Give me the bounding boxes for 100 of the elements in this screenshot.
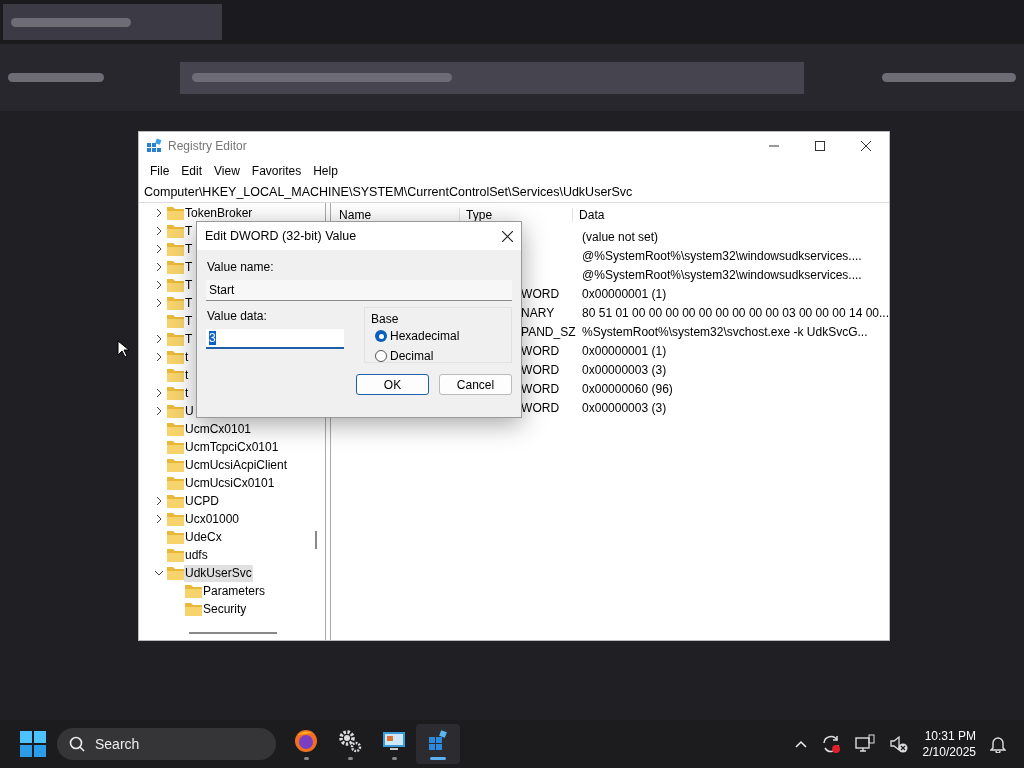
windows-logo-icon[interactable] [20, 731, 46, 757]
close-icon[interactable] [502, 230, 513, 242]
tree-item[interactable]: U [184, 402, 195, 420]
tree-item[interactable]: T [184, 222, 194, 240]
tree-item[interactable]: Security [202, 600, 248, 618]
folder-icon [167, 511, 184, 527]
tree-item[interactable]: T [184, 312, 194, 330]
folder-icon [167, 277, 184, 293]
tree-item[interactable]: UcmUcsiCx0101 [184, 474, 276, 492]
group-label: Base [371, 312, 399, 326]
expand-chevron-icon[interactable] [155, 245, 163, 253]
tree-item[interactable]: t [184, 348, 190, 366]
clock-time: 10:31 PM [924, 728, 976, 744]
tree-item[interactable]: UcmCx0101 [184, 420, 253, 438]
folder-icon [167, 313, 184, 329]
table-cell-text: WORD [521, 400, 561, 415]
column-header[interactable]: Data [572, 208, 605, 222]
dialog-title: Edit DWORD (32-bit) Value [205, 229, 357, 243]
registry-cubes-icon [146, 138, 162, 154]
tree-item[interactable]: T [184, 240, 194, 258]
tree-item[interactable]: T [184, 330, 194, 348]
speaker-muted-icon[interactable] [888, 734, 909, 754]
menu-item[interactable]: Edit [176, 164, 208, 178]
expand-chevron-icon[interactable] [155, 263, 163, 271]
menu-item[interactable]: Favorites [246, 164, 307, 178]
expand-chevron-icon[interactable] [155, 515, 163, 523]
taskbar-app[interactable] [416, 724, 460, 764]
folder-icon [167, 205, 184, 221]
tree-item[interactable]: t [184, 366, 190, 384]
clock[interactable]: 10:31 PM 2/10/2025 [922, 728, 976, 760]
tree-item[interactable]: TokenBroker [184, 204, 254, 222]
tree-item[interactable]: T [184, 276, 194, 294]
table-cell-text: WORD [521, 362, 561, 377]
radio-label[interactable]: Hexadecimal [390, 329, 460, 343]
tree-item[interactable]: Parameters [202, 582, 267, 600]
expand-chevron-icon[interactable] [155, 407, 163, 415]
tree-item[interactable]: UCPD [184, 492, 220, 510]
search-field[interactable]: Search [57, 728, 276, 760]
table-cell-text: 0x00000003 (3) [581, 400, 667, 415]
tree-item[interactable]: t [184, 384, 190, 402]
tree-item[interactable]: UdeCx [184, 528, 223, 546]
folder-icon [167, 259, 184, 275]
expand-chevron-icon[interactable] [155, 227, 163, 235]
folder-icon [167, 349, 184, 365]
tree-item[interactable]: T [184, 294, 194, 312]
cancel-button[interactable]: Cancel [439, 374, 512, 395]
tree-item[interactable]: Ucx01000 [184, 510, 241, 528]
tree-item[interactable]: UcmTcpciCx0101 [184, 438, 280, 456]
expand-chevron-icon[interactable] [155, 209, 163, 217]
bell-icon[interactable] [990, 735, 1006, 753]
browser-globe-icon [294, 728, 318, 753]
folder-icon [167, 439, 184, 455]
folder-icon [185, 601, 202, 617]
expand-chevron-icon[interactable] [155, 335, 163, 343]
clock-date: 2/10/2025 [922, 744, 976, 760]
expand-chevron-icon[interactable] [155, 281, 163, 289]
field-label: Value name: [207, 260, 274, 274]
menu-item[interactable]: File [145, 164, 175, 178]
expand-chevron-icon[interactable] [155, 497, 163, 505]
window-title: Registry Editor [168, 139, 247, 153]
table-cell-text: WORD [521, 381, 561, 396]
table-cell-text: 0x00000003 (3) [581, 362, 667, 377]
registry-cubes-icon [426, 728, 450, 753]
folder-icon [167, 403, 184, 419]
radio-button[interactable] [375, 330, 387, 342]
expand-chevron-icon[interactable] [155, 353, 163, 361]
menu-item[interactable]: View [209, 164, 245, 178]
chevron-up-icon[interactable] [794, 740, 807, 748]
close-icon [861, 141, 871, 151]
ok-button[interactable]: OK [356, 374, 429, 395]
folder-icon [167, 547, 184, 563]
column-header[interactable]: Name [331, 208, 460, 222]
address-bar[interactable]: Computer\HKEY_LOCAL_MACHINE\SYSTEM\CurrentControlSet\Services\UdkUserSvc [139, 182, 889, 203]
menu-item[interactable]: Help [308, 164, 343, 178]
radio-button[interactable] [375, 350, 387, 362]
expand-chevron-icon[interactable] [155, 389, 163, 397]
folder-icon [167, 385, 184, 401]
search-icon [69, 736, 85, 752]
folder-icon [167, 367, 184, 383]
tree-item[interactable]: udfs [184, 546, 209, 564]
table-cell-text: PAND_SZ [521, 324, 577, 339]
network-icon[interactable] [854, 734, 875, 754]
folder-icon [167, 457, 184, 473]
table-cell-text: 0x00000001 (1) [581, 343, 667, 358]
table-cell-text: 0x00000001 (1) [581, 286, 667, 301]
table-cell-text: 80 51 01 00 00 00 00 00 00 00 00 00 03 00 00 00 14 00... [581, 305, 889, 320]
tree-item[interactable]: T [184, 258, 194, 276]
sync-icon[interactable] [820, 734, 841, 754]
tree-item[interactable]: UdkUserSvc [184, 564, 253, 582]
table-cell-text: NARY [521, 305, 556, 320]
scrollbar-thumb[interactable] [315, 531, 318, 549]
expand-chevron-icon[interactable] [155, 299, 163, 307]
table-cell-text: (value not set) [581, 229, 659, 244]
scrollbar-thumb[interactable] [189, 632, 277, 634]
tree-item[interactable]: UcmUcsiAcpiClient [184, 456, 289, 474]
radio-label[interactable]: Decimal [390, 349, 434, 363]
collapse-chevron-icon[interactable] [155, 569, 163, 577]
table-cell-text: WORD [521, 286, 561, 301]
field-label: Value data: [207, 309, 267, 323]
value-data-field[interactable]: 3 [206, 329, 344, 349]
